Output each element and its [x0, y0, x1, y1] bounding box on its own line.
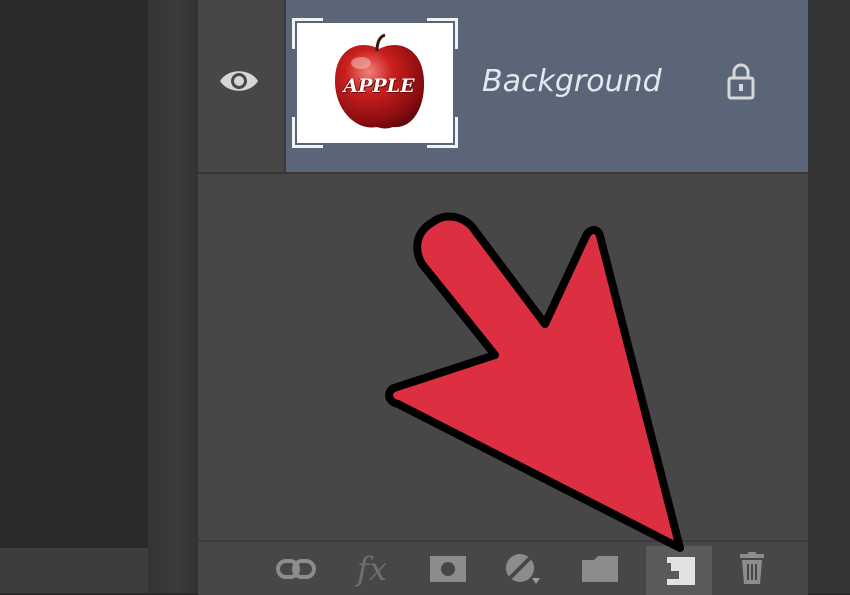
thumbnail-text: APPLE — [343, 75, 415, 97]
layer-visibility-toggle[interactable] — [198, 0, 286, 172]
link-icon — [276, 559, 316, 579]
layer-thumbnail[interactable]: APPLE — [292, 18, 458, 148]
add-mask-button[interactable] — [426, 552, 470, 586]
new-group-button[interactable] — [578, 552, 622, 586]
folder-icon — [582, 556, 618, 582]
delete-layer-button[interactable] — [730, 552, 774, 586]
adjustment-layer-button[interactable] — [502, 552, 546, 586]
mask-icon — [430, 556, 466, 582]
thumbnail-image: APPLE — [297, 23, 453, 143]
layer-style-button[interactable]: fx — [350, 550, 394, 588]
eye-icon[interactable] — [218, 64, 260, 98]
fx-icon: fx — [357, 550, 387, 588]
panel-gutter — [148, 0, 198, 593]
new-layer-button[interactable] — [646, 546, 712, 595]
link-layers-button[interactable] — [274, 552, 318, 586]
trash-icon — [740, 552, 764, 584]
panel-scroll-edge — [808, 0, 850, 593]
layer-selected-highlight[interactable]: APPLE Background — [286, 0, 808, 172]
layer-name[interactable]: Background — [482, 64, 662, 99]
lock-icon[interactable] — [726, 62, 756, 100]
canvas-status-area — [0, 548, 148, 593]
layers-toolbar: fx — [198, 540, 808, 595]
new-layer-icon — [663, 556, 695, 585]
adjustment-icon — [506, 554, 540, 584]
layer-row-background[interactable]: APPLE Background — [198, 0, 808, 174]
canvas-area — [0, 0, 148, 548]
